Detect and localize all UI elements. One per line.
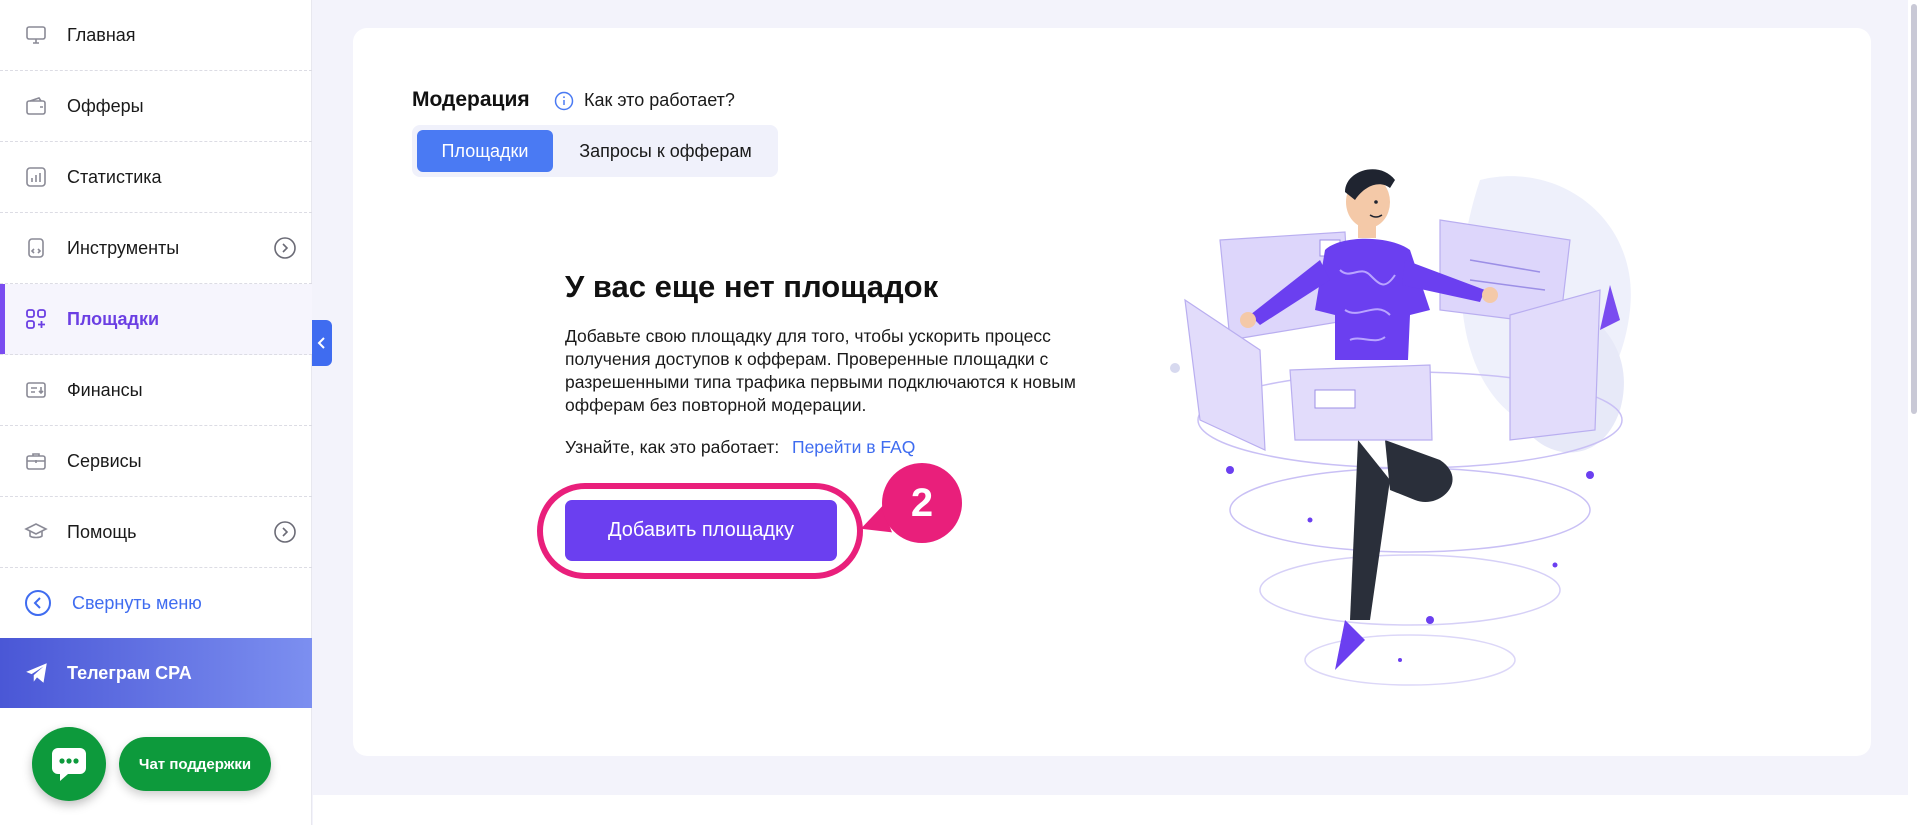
chevron-left-icon [317,337,325,349]
faq-link[interactable]: Перейти в FAQ [792,437,915,458]
collapse-menu-button[interactable]: Свернуть меню [0,568,312,638]
sidebar-item-label: Площадки [67,308,160,329]
sidebar-item-label: Офферы [67,95,144,116]
grid-add-icon [26,309,46,329]
page-title: Модерация [412,88,530,111]
wallet-icon [26,97,46,115]
sidebar-toggle-button[interactable] [312,320,332,366]
empty-state-description: Добавьте свою площадку для того, чтобы у… [565,326,1076,415]
graduation-cap-icon [24,523,48,539]
sidebar-item-label: Сервисы [67,450,142,471]
tab-platforms[interactable]: Площадки [417,130,553,172]
monitor-icon [26,26,46,44]
sidebar-item-label: Инструменты [67,237,180,258]
sidebar-item-finance[interactable]: Финансы [0,355,312,426]
sidebar-item-label: Финансы [67,379,143,400]
learn-text: Узнайте, как это работает: [565,437,780,457]
sidebar-item-tools[interactable]: Инструменты [0,213,312,284]
chevron-left-circle-icon [25,590,51,616]
briefcase-icon [26,453,46,470]
step-badge: 2 [882,463,962,543]
support-chat-label-button[interactable]: Чат поддержки [119,737,271,791]
chevron-right-icon[interactable] [273,520,297,544]
sidebar-item-label: Помощь [67,521,137,542]
moderation-tabs: Площадки Запросы к офферам [412,125,778,177]
sidebar-item-statistics[interactable]: Статистика [0,142,312,213]
collapse-menu-label: Свернуть меню [72,592,202,613]
sidebar-item-services[interactable]: Сервисы [0,426,312,497]
support-chat-button[interactable] [32,727,106,801]
sidebar-item-offers[interactable]: Офферы [0,71,312,142]
how-it-works-link[interactable]: Как это работает? [584,90,735,111]
page-footer-area [313,795,1908,825]
tools-icon [28,238,44,258]
telegram-cpa-label: Телеграм CPA [67,662,192,683]
sidebar-item-home[interactable]: Главная [0,0,312,71]
chart-icon [26,167,46,187]
telegram-cpa-button[interactable]: Телеграм CPA [0,638,312,708]
sidebar-item-help[interactable]: Помощь [0,497,312,568]
tab-offer-requests[interactable]: Запросы к офферам [558,130,773,172]
sidebar: Главная Офферы Статистика Инструменты Пл… [0,0,312,825]
chat-bubble-icon [52,748,86,781]
finance-icon [26,382,46,398]
sidebar-item-platforms[interactable]: Площадки [0,284,312,355]
sidebar-item-label: Статистика [67,166,162,187]
add-platform-button[interactable]: Добавить площадку [565,500,837,561]
scrollbar-thumb[interactable] [1911,4,1917,414]
chevron-right-icon[interactable] [273,236,297,260]
empty-state-heading: У вас еще нет площадок [565,269,939,304]
empty-state-illustration [1170,169,1631,686]
info-icon[interactable] [554,91,574,111]
sidebar-item-label: Главная [67,24,136,45]
telegram-icon [26,663,47,683]
